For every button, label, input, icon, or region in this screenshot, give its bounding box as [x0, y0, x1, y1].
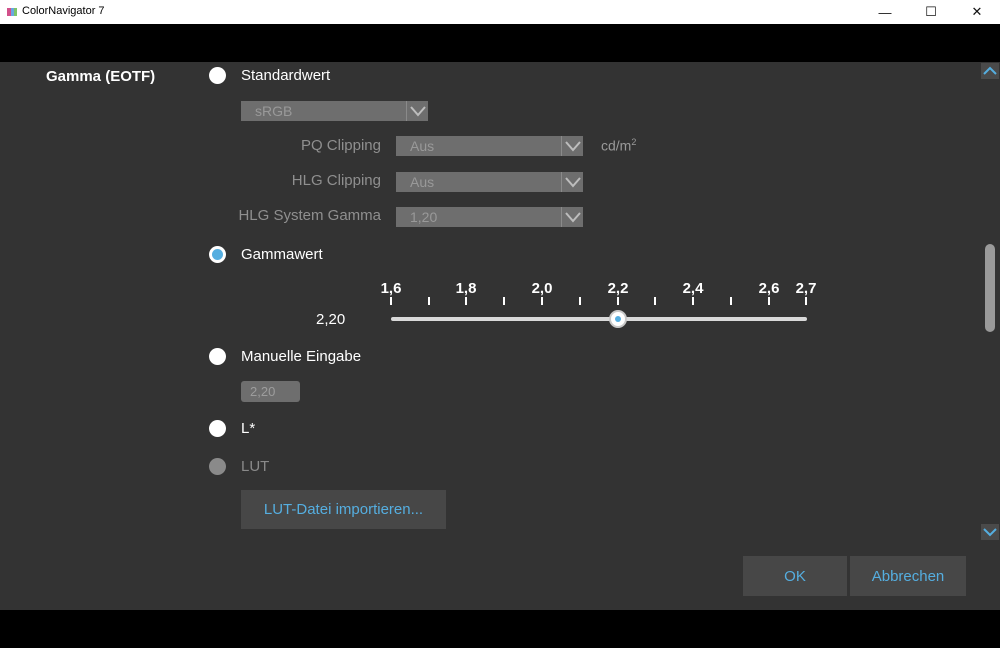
- chevron-down-icon: [561, 207, 583, 227]
- slider-tick-label: 2,7: [795, 280, 817, 297]
- scrollbar-thumb[interactable]: [985, 244, 995, 332]
- option-label-lstar: L*: [241, 420, 256, 437]
- standard-dropdown[interactable]: sRGB: [241, 101, 428, 121]
- ok-button[interactable]: OK: [743, 556, 847, 596]
- chevron-down-icon: [561, 136, 583, 156]
- gamma-slider-track[interactable]: [391, 317, 807, 321]
- slider-tick-label: 1,6: [380, 280, 402, 297]
- top-letterbox: [0, 24, 1000, 62]
- hlg-clipping-dropdown[interactable]: Aus: [396, 172, 583, 192]
- pq-clipping-unit: cd/m2: [601, 137, 637, 154]
- slider-tick: [465, 297, 467, 305]
- maximize-icon: ☐: [925, 4, 937, 19]
- bottom-letterbox: [0, 610, 1000, 648]
- option-label-lut: LUT: [241, 458, 270, 475]
- hlg-system-gamma-dropdown[interactable]: 1,20: [396, 207, 583, 227]
- gamma-section-label: Gamma (EOTF): [46, 68, 156, 85]
- pq-clipping-value: Aus: [410, 138, 435, 154]
- option-label-standardwert: Standardwert: [241, 67, 331, 84]
- radio-gammawert[interactable]: [209, 246, 226, 263]
- maximize-button[interactable]: ☐: [908, 0, 954, 24]
- lut-import-button[interactable]: LUT-Datei importieren...: [241, 490, 446, 529]
- slider-tick: [805, 297, 807, 305]
- manual-gamma-input[interactable]: 2,20: [241, 381, 300, 402]
- radio-manuelle-eingabe[interactable]: [209, 348, 226, 365]
- cancel-button[interactable]: Abbrechen: [850, 556, 966, 596]
- slider-tick: [768, 297, 770, 305]
- hlg-system-gamma-label: HLG System Gamma: [238, 207, 381, 224]
- slider-tick: [617, 297, 619, 305]
- slider-tick: [503, 297, 505, 305]
- option-label-manuelle-eingabe: Manuelle Eingabe: [241, 348, 362, 365]
- radio-lstar[interactable]: [209, 420, 226, 437]
- pq-clipping-label: PQ Clipping: [300, 137, 381, 154]
- slider-tick: [730, 297, 732, 305]
- slider-tick-label: 2,4: [682, 280, 704, 297]
- slider-tick: [390, 297, 392, 305]
- gamma-slider-value: 2,20: [316, 311, 346, 328]
- app-icon: [7, 8, 17, 16]
- radio-lut[interactable]: [209, 458, 226, 475]
- slider-tick: [579, 297, 581, 305]
- chevron-down-icon: [561, 172, 583, 192]
- minimize-icon: —: [878, 4, 892, 20]
- window-title: ColorNavigator 7: [22, 5, 105, 17]
- gamma-slider-thumb[interactable]: [608, 310, 627, 328]
- chevron-down-icon: [983, 528, 997, 537]
- slider-tick-label: 2,6: [758, 280, 780, 297]
- close-icon: ✕: [971, 4, 983, 19]
- title-bar: ColorNavigator 7 — ☐ ✕: [0, 0, 1000, 24]
- option-label-gammawert: Gammawert: [241, 246, 323, 263]
- slider-tick: [692, 297, 694, 305]
- scroll-down-button[interactable]: [981, 524, 999, 540]
- hlg-clipping-label: HLG Clipping: [291, 172, 381, 189]
- slider-tick-label: 2,0: [531, 280, 553, 297]
- scroll-up-button[interactable]: [981, 63, 999, 79]
- hlg-system-gamma-value: 1,20: [410, 209, 438, 225]
- slider-tick: [428, 297, 430, 305]
- minimize-button[interactable]: —: [862, 0, 908, 24]
- slider-tick: [654, 297, 656, 305]
- chevron-up-icon: [983, 66, 997, 75]
- radio-standardwert[interactable]: [209, 67, 226, 84]
- standard-dropdown-value: sRGB: [255, 103, 293, 119]
- close-button[interactable]: ✕: [954, 0, 1000, 24]
- chevron-down-icon: [406, 101, 428, 121]
- hlg-clipping-value: Aus: [410, 174, 435, 190]
- slider-tick-label: 1,8: [455, 280, 477, 297]
- pq-clipping-dropdown[interactable]: Aus: [396, 136, 583, 156]
- slider-tick-label: 2,2: [607, 280, 629, 297]
- slider-tick: [541, 297, 543, 305]
